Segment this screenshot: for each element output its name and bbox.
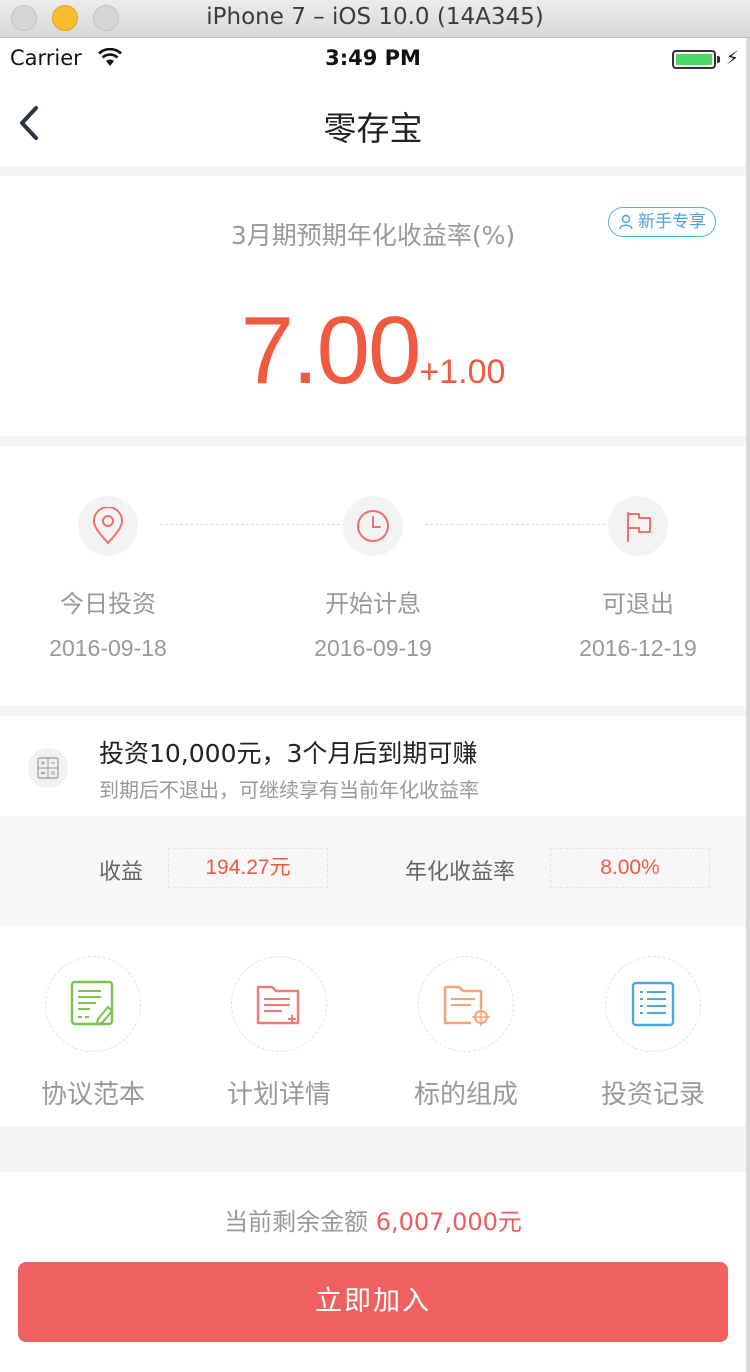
badge-label: 新手专享 (638, 211, 706, 232)
newcomer-badge: 新手专享 (608, 207, 716, 237)
timeline-date: 2016-09-19 (314, 635, 432, 661)
battery-icon (672, 50, 716, 69)
profit-label: 收益 (99, 860, 144, 885)
feature-menu: 协议范本 计划详情 标的组成 投资记录 (0, 926, 746, 1126)
timeline-label: 今日投资 (60, 590, 156, 618)
timeline-date: 2016-12-19 (579, 635, 697, 661)
navigation-bar: 零存宝 (0, 80, 746, 166)
menu-label: 标的组成 (413, 1080, 518, 1110)
timeline-step-invest: 今日投资 2016-09-18 (8, 496, 208, 662)
clock: 3:49 PM (325, 46, 421, 70)
timeline-label: 可退出 (602, 590, 674, 618)
profit-value: 194.27元 (168, 848, 328, 888)
location-pin-icon (78, 496, 138, 556)
status-bar: Carrier 3:49 PM ⚡ (0, 38, 746, 80)
investment-timeline: 今日投资 2016-09-18 开始计息 2016-09-19 可退出 2016… (0, 446, 746, 706)
timeline-step-exit: 可退出 2016-12-19 (538, 496, 738, 662)
record-list-icon (605, 956, 701, 1052)
menu-label: 计划详情 (226, 1080, 331, 1110)
contract-icon (45, 956, 141, 1052)
menu-item-plan-details[interactable]: 计划详情 (186, 956, 372, 1111)
menu-label: 投资记录 (600, 1080, 705, 1110)
annual-rate-value: 8.00% (550, 848, 710, 888)
timeline-label: 开始计息 (325, 590, 421, 618)
rate-value-group: 7.00+1.00 (0, 296, 746, 406)
plan-folder-icon (231, 956, 327, 1052)
remaining-value: 6,007,000元 (375, 1208, 522, 1236)
timeline-date: 2016-09-18 (49, 635, 167, 661)
rate-card: 3月期预期年化收益率(%) 新手专享 7.00+1.00 (0, 176, 746, 436)
remaining-amount: 当前剩余金额 6,007,000元 (0, 1202, 746, 1237)
menu-label: 协议范本 (40, 1080, 145, 1110)
menu-item-agreement[interactable]: 协议范本 (0, 956, 186, 1111)
clock-icon (343, 496, 403, 556)
join-now-button[interactable]: 立即加入 (18, 1262, 728, 1342)
charging-icon: ⚡ (726, 48, 739, 69)
page-title: 零存宝 (323, 109, 423, 148)
simulator-title-bar: iPhone 7 – iOS 10.0 (14A345) (0, 0, 750, 38)
calculator-results: 收益 194.27元 年化收益率 8.00% (0, 816, 746, 926)
rate-value: 7.00 (240, 297, 422, 404)
menu-item-composition[interactable]: 标的组成 (373, 956, 559, 1111)
remaining-label: 当前剩余金额 (224, 1208, 369, 1236)
earnings-calculator: 投资10,000元，3个月后到期可赚 到期后不退出，可继续享有当前年化收益率 收… (0, 716, 746, 926)
menu-item-investment-records[interactable]: 投资记录 (560, 956, 746, 1111)
timeline-step-interest: 开始计息 2016-09-19 (273, 496, 473, 662)
calculator-title: 投资10,000元，3个月后到期可赚 (99, 739, 478, 768)
calculator-subtitle: 到期后不退出，可继续享有当前年化收益率 (99, 778, 479, 802)
user-icon (619, 214, 633, 230)
rate-bonus: +1.00 (419, 353, 506, 391)
simulator-title: iPhone 7 – iOS 10.0 (14A345) (206, 4, 544, 30)
footer: 当前剩余金额 6,007,000元 立即加入 (0, 1172, 746, 1372)
window-edge (746, 38, 750, 1372)
annual-rate-label: 年化收益率 (405, 860, 516, 885)
target-folder-icon (418, 956, 514, 1052)
flag-icon (608, 496, 668, 556)
battery-tip (717, 56, 720, 63)
calculator-icon (28, 748, 68, 788)
